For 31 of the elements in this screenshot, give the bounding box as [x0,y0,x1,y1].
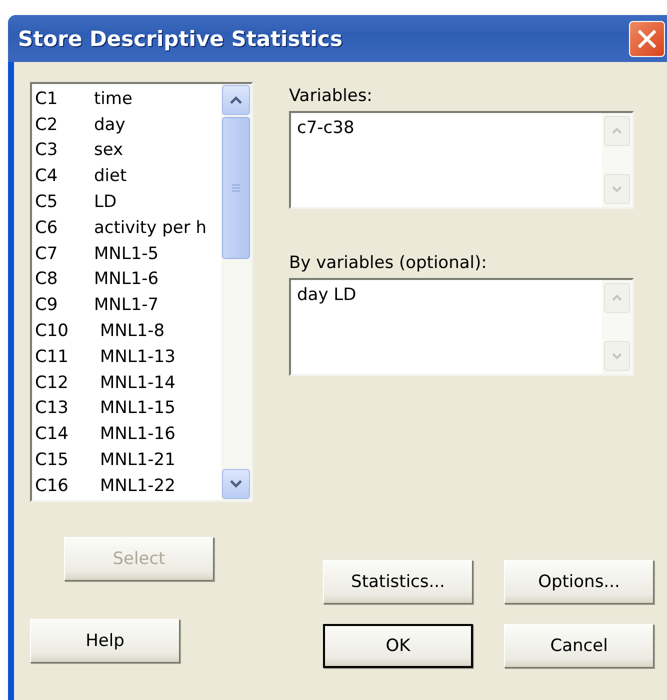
list-item[interactable]: C1 time [35,86,221,112]
options-button[interactable]: Options... [504,560,654,604]
list-item[interactable]: C16 MNL1-22 [35,472,221,499]
list-item[interactable]: C7 MNL1-5 [35,240,221,267]
list-item[interactable]: C13 MNL1-15 [35,396,221,422]
close-icon [637,28,657,48]
list-item[interactable]: C12 MNL1-14 [35,370,221,396]
list-item[interactable]: C15 MNL1-21 [35,447,221,473]
list-item[interactable]: C3 sex [35,138,221,164]
help-button[interactable]: Help [30,619,180,663]
text-field[interactable]: c7-c38 [289,111,634,209]
cancel-button[interactable]: Cancel [504,624,654,668]
scroll-bar[interactable] [221,84,251,500]
grip-icon [231,184,241,192]
list-item[interactable]: C4 diet [35,163,221,190]
list-item[interactable]: C5 LD [35,189,221,215]
column-list[interactable]: C1 time C2 day C3 sex C4 diet C5 LD C6 activity per h C7 MNL1-5 C8 MNL1-6 C9 MNL1-7 C10 MNL1-8 C11 MNL1-13 C12 MNL1-14 C13 MNL1-15 C14 MNL1-16 C15 MNL1-21 C16 MNL1-22 [30,82,253,502]
list-item[interactable]: C10 MNL1-8 [35,318,221,344]
statistics-button[interactable]: Statistics... [323,560,473,604]
close-button[interactable] [629,20,665,56]
field-label: Variables: [289,86,374,106]
list-item[interactable]: C9 MNL1-7 [35,292,221,318]
list-item[interactable]: C2 day [35,112,221,138]
list-item[interactable]: C14 MNL1-16 [35,421,221,448]
ok-button[interactable]: OK [323,624,473,668]
window-title: Store Descriptive Statistics [18,26,342,50]
list-item[interactable]: C8 MNL1-6 [35,266,221,292]
list-item[interactable]: C11 MNL1-13 [35,344,221,370]
list-item[interactable]: C6 activity per h [35,214,221,241]
text-field[interactable]: day LD [289,278,634,376]
field-label: By variables (optional): [289,253,488,273]
